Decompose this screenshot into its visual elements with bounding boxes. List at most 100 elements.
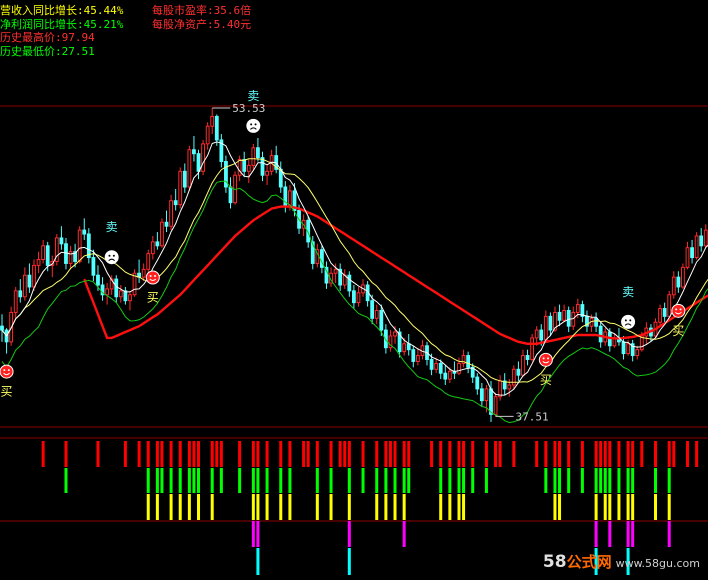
annotation-low-label: 37.51	[516, 410, 549, 423]
sell-signal-label: 卖	[247, 89, 259, 103]
indicator-bar-bar_cyan	[256, 548, 260, 575]
candle-body	[150, 241, 155, 255]
buy-smiley-icon	[0, 364, 14, 379]
candle-body	[146, 253, 151, 270]
indicator-bar-bar_green	[251, 468, 255, 493]
candle-body	[466, 355, 471, 368]
indicator-bar-bar_red	[96, 441, 100, 467]
indicator-bar-bar_yellow	[626, 494, 630, 520]
candle-body	[91, 257, 96, 276]
indicator-bar-bar_red	[329, 441, 333, 467]
indicator-bar-bar_green	[210, 468, 214, 493]
candle-body	[164, 221, 169, 227]
candle-body	[694, 235, 699, 259]
indicator-bar-bar_yellow	[384, 494, 388, 520]
indicator-bar-bar_green	[238, 468, 242, 493]
candle-body	[626, 343, 630, 355]
candle-body	[566, 309, 571, 327]
face-eye	[624, 319, 627, 322]
indicator-bar-bar_magenta	[667, 521, 671, 547]
indicator-bar-bar_yellow	[654, 494, 658, 520]
sell-signal-label: 卖	[622, 285, 634, 299]
indicator-bar-bar_red	[302, 441, 306, 467]
indicator-bar-bar_yellow	[146, 494, 150, 520]
indicator-bar-bar_yellow	[251, 494, 255, 520]
indicator-bar-bar_red	[187, 441, 191, 467]
indicator-bar-bar_green	[384, 468, 388, 493]
indicator-bar-bar_red	[672, 441, 676, 467]
indicator-bar-bar_green	[146, 468, 150, 493]
buy-smiley-icon	[671, 303, 686, 318]
indicator-bar-bar_red	[494, 441, 498, 467]
candle-body	[201, 143, 205, 172]
candle-body	[178, 170, 183, 206]
indicator-bar-bar_red	[667, 441, 671, 467]
candle-body	[681, 266, 685, 288]
candle-body	[187, 149, 192, 188]
indicator-bar-bar_green	[580, 468, 584, 493]
candle-body	[27, 274, 32, 288]
indicator-bar-bar_magenta	[608, 521, 612, 547]
candle-body	[443, 372, 448, 380]
candle-body	[525, 355, 530, 360]
face-eye	[679, 308, 682, 311]
indicator-bar-bar_green	[439, 468, 443, 493]
candle-body	[690, 247, 694, 259]
indicator-bar-bar_red	[558, 441, 562, 467]
indicator-bar-bar_green	[288, 468, 292, 493]
indicator-bar-bar_yellow	[210, 494, 214, 520]
indicator-bar-bar_red	[375, 441, 379, 467]
info-line-pe: 每股市盈率:35.6倍	[152, 4, 252, 17]
info-line-revenue: 营收入同比增长:45.44%	[0, 4, 124, 17]
indicator-bar-bar_magenta	[631, 521, 635, 547]
indicator-bar-bar_green	[608, 468, 612, 493]
info-line-book-value: 每股净资产:5.40元	[152, 18, 252, 31]
candle-body	[13, 290, 18, 313]
candle-body	[45, 245, 50, 266]
indicator-bar-bar_red	[219, 441, 223, 467]
candle-body	[534, 329, 539, 339]
indicator-bar-bar_green	[471, 468, 475, 493]
indicator-bar-bar_red	[430, 441, 434, 467]
face-eye	[149, 275, 152, 278]
face-eye	[254, 123, 257, 126]
indicator-bar-bar_red	[393, 441, 397, 467]
candle-body	[169, 200, 173, 227]
indicator-bar-bar_green	[626, 468, 630, 493]
indicator-bar-bar_red	[306, 441, 310, 467]
candle-body	[0, 325, 4, 331]
indicator-bar-bar_green	[558, 468, 562, 493]
candle-body	[114, 278, 119, 298]
buy-signal-label: 买	[672, 324, 684, 338]
face-eye	[154, 275, 157, 278]
candle-body	[32, 264, 36, 288]
candle-body	[333, 268, 338, 274]
indicator-bar-bar_yellow	[288, 494, 292, 520]
candle-body	[434, 362, 439, 370]
indicator-bar-bar_red	[448, 441, 452, 467]
candle-body	[82, 229, 87, 235]
indicator-bar-bar_yellow	[178, 494, 182, 520]
candle-body	[594, 317, 599, 327]
sell-face-icon	[104, 250, 119, 265]
indicator-bar-bar_red	[347, 441, 351, 467]
info-line-history-low: 历史最低价:27.51	[0, 45, 95, 58]
candle-body	[475, 376, 480, 390]
candle-body	[402, 343, 407, 353]
indicator-bar-bar_cyan	[347, 548, 351, 575]
candle-body	[539, 329, 544, 341]
indicator-bar-bar_red	[457, 441, 461, 467]
candle-body	[205, 125, 210, 145]
face-eye	[250, 123, 253, 126]
candle-body	[598, 325, 603, 343]
candle-body	[22, 274, 27, 298]
indicator-bar-bar_green	[407, 468, 411, 493]
candle-body	[155, 241, 160, 247]
indicator-bar-bar_red	[512, 441, 516, 467]
info-line-profit: 净利润同比增长:45.21%	[0, 18, 124, 31]
indicator-bar-bar_red	[388, 441, 392, 467]
indicator-bar-bar_red	[169, 441, 173, 467]
candle-body	[370, 300, 375, 319]
chart-stage: 53.53 37.51 买卖买卖买卖买 营收入同比增长:45.44% 净利润同比增长…	[0, 0, 708, 576]
indicator-bar-bar_red	[484, 441, 488, 467]
